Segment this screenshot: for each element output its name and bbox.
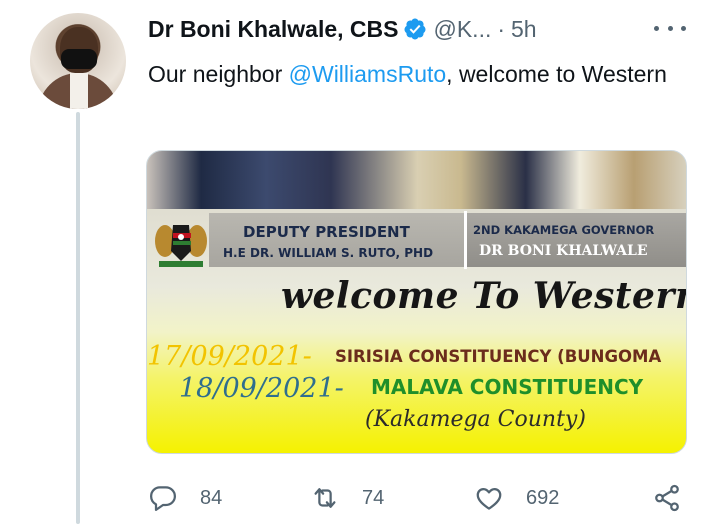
mention-link[interactable]: @WilliamsRuto <box>289 61 447 87</box>
more-dot <box>667 25 673 31</box>
retweet-button[interactable]: 74 <box>310 478 384 518</box>
schedule-date-1: 17/09/2021- <box>147 341 312 372</box>
tweet-media-image[interactable]: DEPUTY PRESIDENT H.E DR. WILLIAM S. RUTO… <box>146 150 687 454</box>
tweet-text-after: , welcome to Western <box>446 61 667 87</box>
tweet-actions: 84 74 692 <box>148 478 688 518</box>
coat-of-arms-icon <box>155 225 207 267</box>
governor-title: 2ND KAKAMEGA GOVERNOR <box>473 223 655 237</box>
like-icon <box>476 488 502 510</box>
deputy-name: H.E DR. WILLIAM S. RUTO, PHD <box>223 246 434 260</box>
schedule-date-2: 18/09/2021- <box>179 373 344 404</box>
poster-photo-strip <box>147 151 686 209</box>
banner-divider <box>464 211 467 269</box>
more-dot <box>681 25 686 31</box>
verified-badge-icon <box>404 18 426 40</box>
governor-name: DR BONI KHALWALE <box>479 243 648 259</box>
avatar[interactable] <box>30 13 126 109</box>
like-button[interactable]: 692 <box>474 478 559 518</box>
reply-button[interactable]: 84 <box>148 478 222 518</box>
avatar-mask <box>61 49 97 69</box>
share-button[interactable] <box>652 478 682 518</box>
reply-icon <box>150 486 176 511</box>
separator-dot: · <box>497 15 506 42</box>
deputy-title: DEPUTY PRESIDENT <box>243 223 410 241</box>
author-handle[interactable]: @K... <box>433 16 491 43</box>
schedule-venue-1: SIRISIA CONSTITUENCY (BUNGOMA <box>335 347 662 366</box>
county-label: (Kakamega County) <box>365 407 586 432</box>
tweet-header: Dr Boni Khalwale, CBS @K... · 5h <box>148 14 537 44</box>
reply-count: 84 <box>200 486 223 509</box>
author-name[interactable]: Dr Boni Khalwale, CBS <box>148 16 398 43</box>
retweet-count: 74 <box>362 486 385 509</box>
like-count: 692 <box>526 486 560 509</box>
tweet-text-before: Our neighbor <box>148 61 289 87</box>
retweet-icon <box>314 488 336 508</box>
thread-line <box>76 112 80 524</box>
share-icon <box>655 484 679 512</box>
welcome-heading: welcome To Western <box>281 275 687 317</box>
avatar-shirt <box>70 73 88 109</box>
tweet-text: Our neighbor @WilliamsRuto, welcome to W… <box>148 56 688 92</box>
more-options-icon[interactable] <box>654 18 686 38</box>
more-dot <box>654 25 659 31</box>
schedule-venue-2: MALAVA CONSTITUENCY <box>371 375 644 399</box>
tweet-time[interactable]: 5h <box>511 16 537 43</box>
